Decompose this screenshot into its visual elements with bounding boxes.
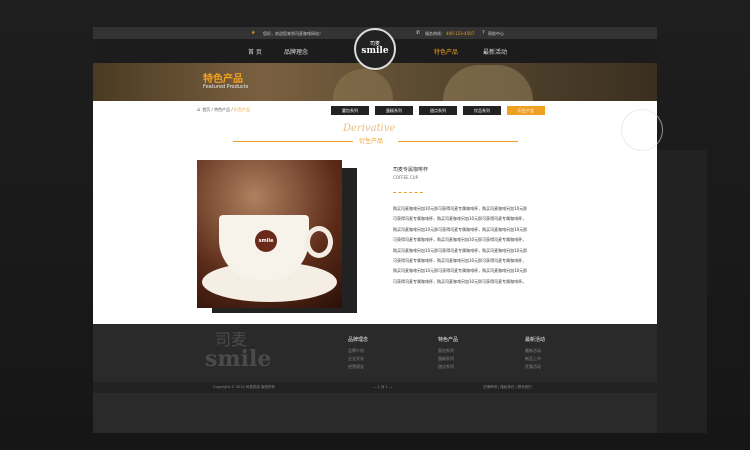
cup-logo: smile [255, 230, 277, 252]
product-name: 司麦专属咖啡杯 [393, 167, 429, 173]
footer-link[interactable]: 甜点系列 [438, 364, 458, 370]
footer-column-products: 特色产品 面包系列 蛋糕系列 甜点系列 [438, 336, 458, 372]
phone-number: 400-123-4567 [446, 31, 475, 36]
welcome-text: 您好，欢迎您来到司麦咖啡网站！ [263, 31, 323, 36]
description-line: 购买司麦咖啡另加10元即可获得司麦专属咖啡杯，购买司麦咖啡另加10元即 [393, 226, 528, 232]
section-title: Derivative [343, 123, 396, 134]
nav-item-home[interactable]: 首 页 [248, 47, 262, 56]
footer-link[interactable]: 新品上市 [525, 356, 545, 362]
side-panel [657, 150, 707, 433]
tab-cake[interactable]: 蛋糕系列 [375, 106, 413, 115]
breadcrumb-current: 衍生产品 [233, 107, 250, 112]
description-line: 购买司麦咖啡另加10元即可获得司麦专属咖啡杯，购买司麦咖啡另加10元即 [393, 268, 528, 274]
help-center-link[interactable]: 帮助中心 [488, 31, 504, 37]
footer-column-brand: 品牌理念 品牌介绍 企业文化 经营理念 [348, 336, 368, 372]
footer-link[interactable]: 面包系列 [438, 348, 458, 354]
product-photo: smile [197, 160, 342, 308]
nav-item-brand[interactable]: 品牌理念 [284, 47, 308, 56]
description-line: 可获得司麦专属咖啡杯，购买司麦咖啡另加10元即可获得司麦专属咖啡杯， [393, 258, 527, 264]
description-line: 可获得司麦专属咖啡杯，购买司麦咖啡另加10元即可获得司麦专属咖啡杯， [393, 216, 527, 222]
main-content: ⌂ 首页 / 特色产品 / 衍生产品 圆包系列 蛋糕系列 甜点系列 饮品系列 衍生… [93, 101, 663, 324]
footer: 司麦 smile 品牌理念 品牌介绍 企业文化 经营理念 特色产品 面包系列 蛋… [93, 324, 657, 382]
footer-link[interactable]: 蛋糕系列 [438, 356, 458, 362]
page-subtitle: Featured Products [203, 84, 249, 90]
description-line: 购买司麦咖啡另加10元即可获得司麦专属咖啡杯，购买司麦咖啡另加10元即 [393, 206, 528, 211]
divider [398, 141, 518, 142]
phone-icon: ✆ [416, 30, 421, 36]
dashed-divider [393, 192, 423, 193]
section-subtitle: 衍生产品 [359, 138, 384, 145]
footer-column-head[interactable]: 最新活动 [525, 336, 545, 343]
cup-handle [305, 226, 333, 258]
legal-links[interactable]: 法律声明 | 隐私条约 | 联系我们 [483, 385, 532, 390]
pagination[interactable]: — 1 页 1 — [373, 385, 392, 390]
logo[interactable]: 司麦 smile [354, 28, 396, 70]
footer-link[interactable]: 品牌介绍 [348, 348, 368, 354]
help-icon[interactable]: ? [482, 30, 485, 36]
logo-en: smile [361, 46, 389, 56]
nav-item-products[interactable]: 特色产品 [434, 47, 458, 56]
footer-column-head[interactable]: 品牌理念 [348, 336, 368, 343]
page-title: 特色产品 [203, 74, 243, 85]
tab-derivative[interactable]: 衍生产品 [507, 106, 545, 115]
tab-bread[interactable]: 圆包系列 [331, 106, 369, 115]
breadcrumb-level1[interactable]: 特色产品 [214, 107, 230, 112]
decorative-sketch [621, 109, 663, 151]
footer-link[interactable]: 企业文化 [348, 356, 368, 362]
tab-drinks[interactable]: 饮品系列 [463, 106, 501, 115]
footer-link[interactable]: 经营理念 [348, 364, 368, 370]
footer-column-events: 最新活动 最新活动 新品上市 优惠活动 [525, 336, 545, 372]
star-icon: ★ [251, 30, 256, 36]
banner-bread-image [333, 69, 393, 101]
tab-dessert[interactable]: 甜点系列 [419, 106, 457, 115]
footer-column-head[interactable]: 特色产品 [438, 336, 458, 343]
description-line: 可获得司麦专属咖啡杯，购买司麦咖啡另加10元即可获得司麦专属咖啡杯。 [393, 278, 527, 284]
description-line: 购买司麦咖啡另加10元即可获得司麦专属咖啡杯，购买司麦咖啡另加10元即 [393, 247, 528, 253]
product-name-en: COFFEE CUP [393, 175, 419, 180]
home-icon: ⌂ [197, 107, 201, 113]
watermark-en: smile [205, 346, 272, 372]
phone-label: 服务热线： [425, 31, 445, 36]
breadcrumb-home[interactable]: 首页 [202, 107, 210, 112]
copyright-text: Copyright © 2015 司麦烘焙 版权所有 [213, 385, 275, 389]
footer-link[interactable]: 优惠活动 [525, 364, 545, 370]
divider [233, 141, 353, 142]
footer-watermark-logo: 司麦 smile [205, 320, 305, 386]
nav-item-events[interactable]: 最新活动 [483, 47, 507, 56]
description-line: 可获得司麦专属咖啡杯，购买司麦咖啡另加10元即可获得司麦专属咖啡杯， [393, 237, 527, 243]
breadcrumb: ⌂ 首页 / 特色产品 / 衍生产品 [197, 107, 250, 113]
footer-link[interactable]: 最新活动 [525, 348, 545, 354]
banner-bread-image [443, 65, 533, 101]
copyright-bar: Copyright © 2015 司麦烘焙 版权所有 — 1 页 1 — 法律声… [93, 382, 657, 393]
product-description: 购买司麦咖啡另加10元即可获得司麦专属咖啡杯，购买司麦咖啡另加10元即 可获得司… [393, 204, 553, 287]
